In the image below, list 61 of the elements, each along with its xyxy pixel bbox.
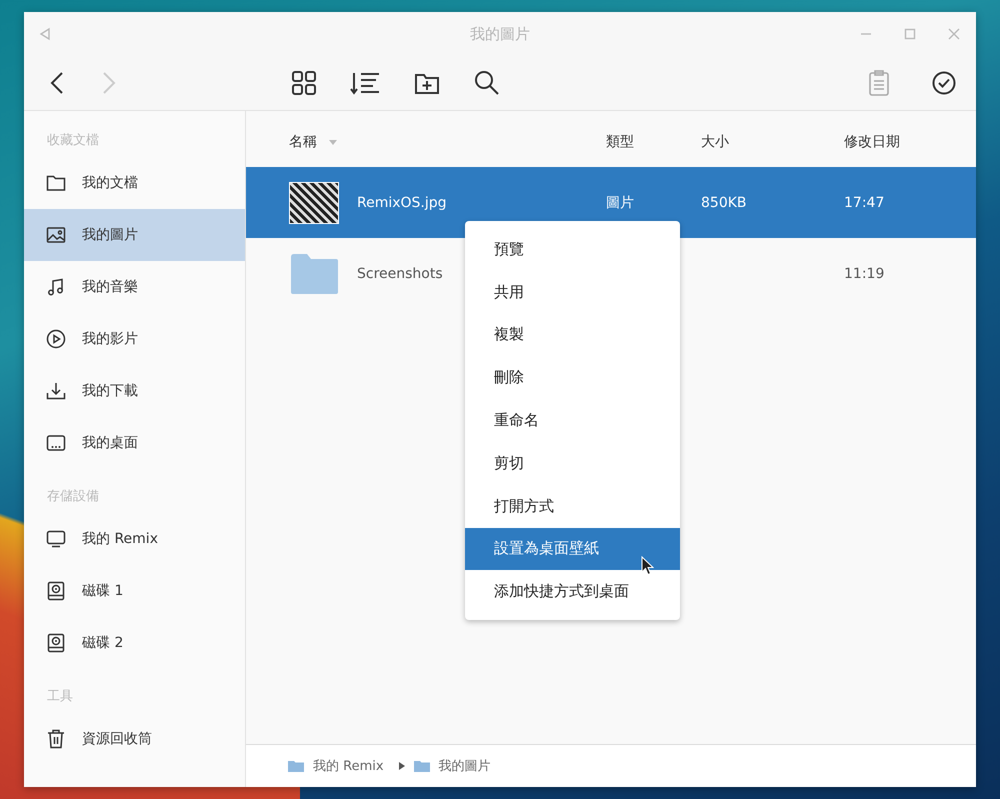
breadcrumb-item[interactable]: 我的圖片 <box>438 757 491 775</box>
sidebar-item[interactable]: 我的文檔 <box>24 157 245 209</box>
menu-item[interactable]: 複製 <box>465 314 680 356</box>
menu-item[interactable]: 設置為桌面壁紙 <box>465 528 680 570</box>
download-icon <box>46 382 66 400</box>
menu-item[interactable]: 重命名 <box>465 399 680 442</box>
file-row[interactable]: RemixOS.jpg 圖片 850KB 17:47 <box>246 167 976 238</box>
menu-item[interactable]: 添加快捷方式到桌面 <box>465 570 680 614</box>
menu-item[interactable]: 剪切 <box>465 442 680 485</box>
folder-icon <box>289 252 339 294</box>
trash-icon <box>46 729 66 749</box>
sidebar-item[interactable]: 磁碟 2 <box>24 617 245 669</box>
desktop-icon <box>46 434 66 452</box>
breadcrumb-arrow-icon <box>398 762 405 770</box>
clipboard-icon[interactable] <box>868 70 890 96</box>
photo-placeholder <box>289 182 339 224</box>
image-icon <box>46 226 66 244</box>
forward-icon[interactable] <box>102 71 116 95</box>
window-title: 我的圖片 <box>470 24 530 44</box>
sidebar-item[interactable]: 資源回收筒 <box>24 713 245 765</box>
sort-icon[interactable] <box>350 71 380 95</box>
music-note-icon <box>46 278 66 296</box>
file-name[interactable]: Screenshots <box>357 266 443 282</box>
check-circle-icon[interactable] <box>932 71 956 95</box>
file-name[interactable]: RemixOS.jpg <box>357 194 447 210</box>
sidebar-item[interactable]: 我的影片 <box>24 313 245 365</box>
sidebar-item[interactable]: 我的 Remix <box>24 513 245 565</box>
menu-item[interactable]: 打開方式 <box>465 484 680 528</box>
sort-caret-icon[interactable] <box>329 140 337 144</box>
section-heading: 存儲設備 <box>46 488 100 506</box>
sidebar-item[interactable]: 我的桌面 <box>24 417 245 469</box>
modified-time: 17:47 <box>844 194 884 210</box>
monitor-icon <box>46 530 66 548</box>
new-folder-icon[interactable] <box>414 71 440 95</box>
maximize-icon[interactable] <box>904 28 916 40</box>
column-header[interactable]: 修改日期 <box>844 134 900 150</box>
grid-view-icon[interactable] <box>292 71 316 95</box>
folder-icon <box>288 760 304 772</box>
menu-item[interactable]: 共用 <box>465 270 680 314</box>
sidebar-item[interactable]: 我的音樂 <box>24 261 245 313</box>
menu-item[interactable]: 刪除 <box>465 356 680 400</box>
file-type: 圖片 <box>606 194 634 210</box>
sidebar-item[interactable]: 磁碟 1 <box>24 565 245 617</box>
column-header[interactable]: 類型 <box>606 134 634 150</box>
back-triangle-icon[interactable] <box>38 27 52 41</box>
section-heading: 收藏文檔 <box>46 132 100 150</box>
section-heading: 工具 <box>46 688 74 706</box>
folder-icon <box>46 174 66 192</box>
search-icon[interactable] <box>474 70 500 96</box>
play-icon <box>46 329 66 349</box>
sidebar-item[interactable]: 我的圖片 <box>24 209 245 261</box>
modified-time: 11:19 <box>844 266 884 282</box>
close-icon[interactable] <box>948 28 960 40</box>
column-header[interactable]: 大小 <box>701 134 729 150</box>
file-size: 850KB <box>701 194 747 210</box>
mouse-pointer-icon <box>641 556 654 576</box>
back-icon[interactable] <box>50 71 64 95</box>
sidebar-item[interactable]: 我的下載 <box>24 365 245 417</box>
breadcrumb-item[interactable]: 我的 Remix <box>313 757 384 775</box>
folder-icon <box>414 760 430 772</box>
column-header[interactable]: 名稱 <box>289 133 317 151</box>
